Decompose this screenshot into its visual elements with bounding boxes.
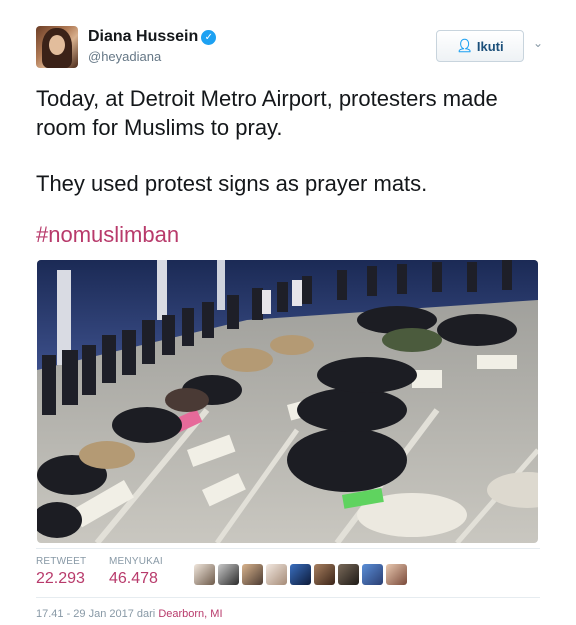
verified-badge-icon: ✓ (201, 29, 217, 45)
retweet-count: 22.293 (36, 570, 85, 587)
add-user-icon: 👤︎ (456, 38, 473, 53)
hashtag-link[interactable]: #nomuslimban (36, 222, 179, 248)
tweet-line-2: They used protest signs as prayer mats. (36, 171, 428, 196)
avatar[interactable] (36, 26, 78, 68)
divider-bottom (36, 597, 540, 598)
likes-stat[interactable]: MENYUKAI 46.478 (109, 556, 163, 588)
tweet-timestamp[interactable]: 17.41 - 29 Jan 2017 dari (36, 608, 158, 620)
liker-avatar[interactable] (194, 564, 215, 585)
liker-avatar[interactable] (242, 564, 263, 585)
author-handle[interactable]: @heyadiana (88, 49, 216, 64)
tweet-text: Today, at Detroit Metro Airport, protest… (36, 84, 546, 198)
liker-avatar[interactable] (290, 564, 311, 585)
liker-avatars (194, 564, 407, 585)
liker-avatar[interactable] (266, 564, 287, 585)
retweet-label: RETWEET (36, 556, 87, 567)
liker-avatar[interactable] (314, 564, 335, 585)
tweet-line-1: Today, at Detroit Metro Airport, protest… (36, 86, 498, 140)
tweet-stats: RETWEET 22.293 MENYUKAI 46.478 (36, 556, 540, 596)
chevron-down-icon[interactable]: ⌄ (530, 36, 546, 52)
author-block[interactable]: Diana Hussein ✓ @heyadiana (88, 28, 217, 64)
tweet-photo[interactable] (37, 260, 538, 543)
follow-label: Ikuti (476, 38, 504, 54)
tweet-header: Diana Hussein ✓ @heyadiana 👤︎ Ikuti ⌄ (36, 26, 546, 70)
likes-label: MENYUKAI (109, 556, 163, 567)
tweet-card: Diana Hussein ✓ @heyadiana 👤︎ Ikuti ⌄ Tod… (0, 0, 576, 625)
liker-avatar[interactable] (386, 564, 407, 585)
tweet-meta: 17.41 - 29 Jan 2017 dari Dearborn, MI (36, 608, 223, 620)
liker-avatar[interactable] (338, 564, 359, 585)
liker-avatar[interactable] (218, 564, 239, 585)
tweet-location[interactable]: Dearborn, MI (158, 608, 222, 620)
follow-button[interactable]: 👤︎ Ikuti (436, 30, 524, 62)
author-name[interactable]: Diana Hussein (88, 28, 198, 46)
likes-count: 46.478 (109, 570, 158, 587)
airport-prayer-photo (37, 260, 538, 543)
liker-avatar[interactable] (362, 564, 383, 585)
retweet-stat[interactable]: RETWEET 22.293 (36, 556, 86, 588)
divider-top (36, 548, 540, 549)
